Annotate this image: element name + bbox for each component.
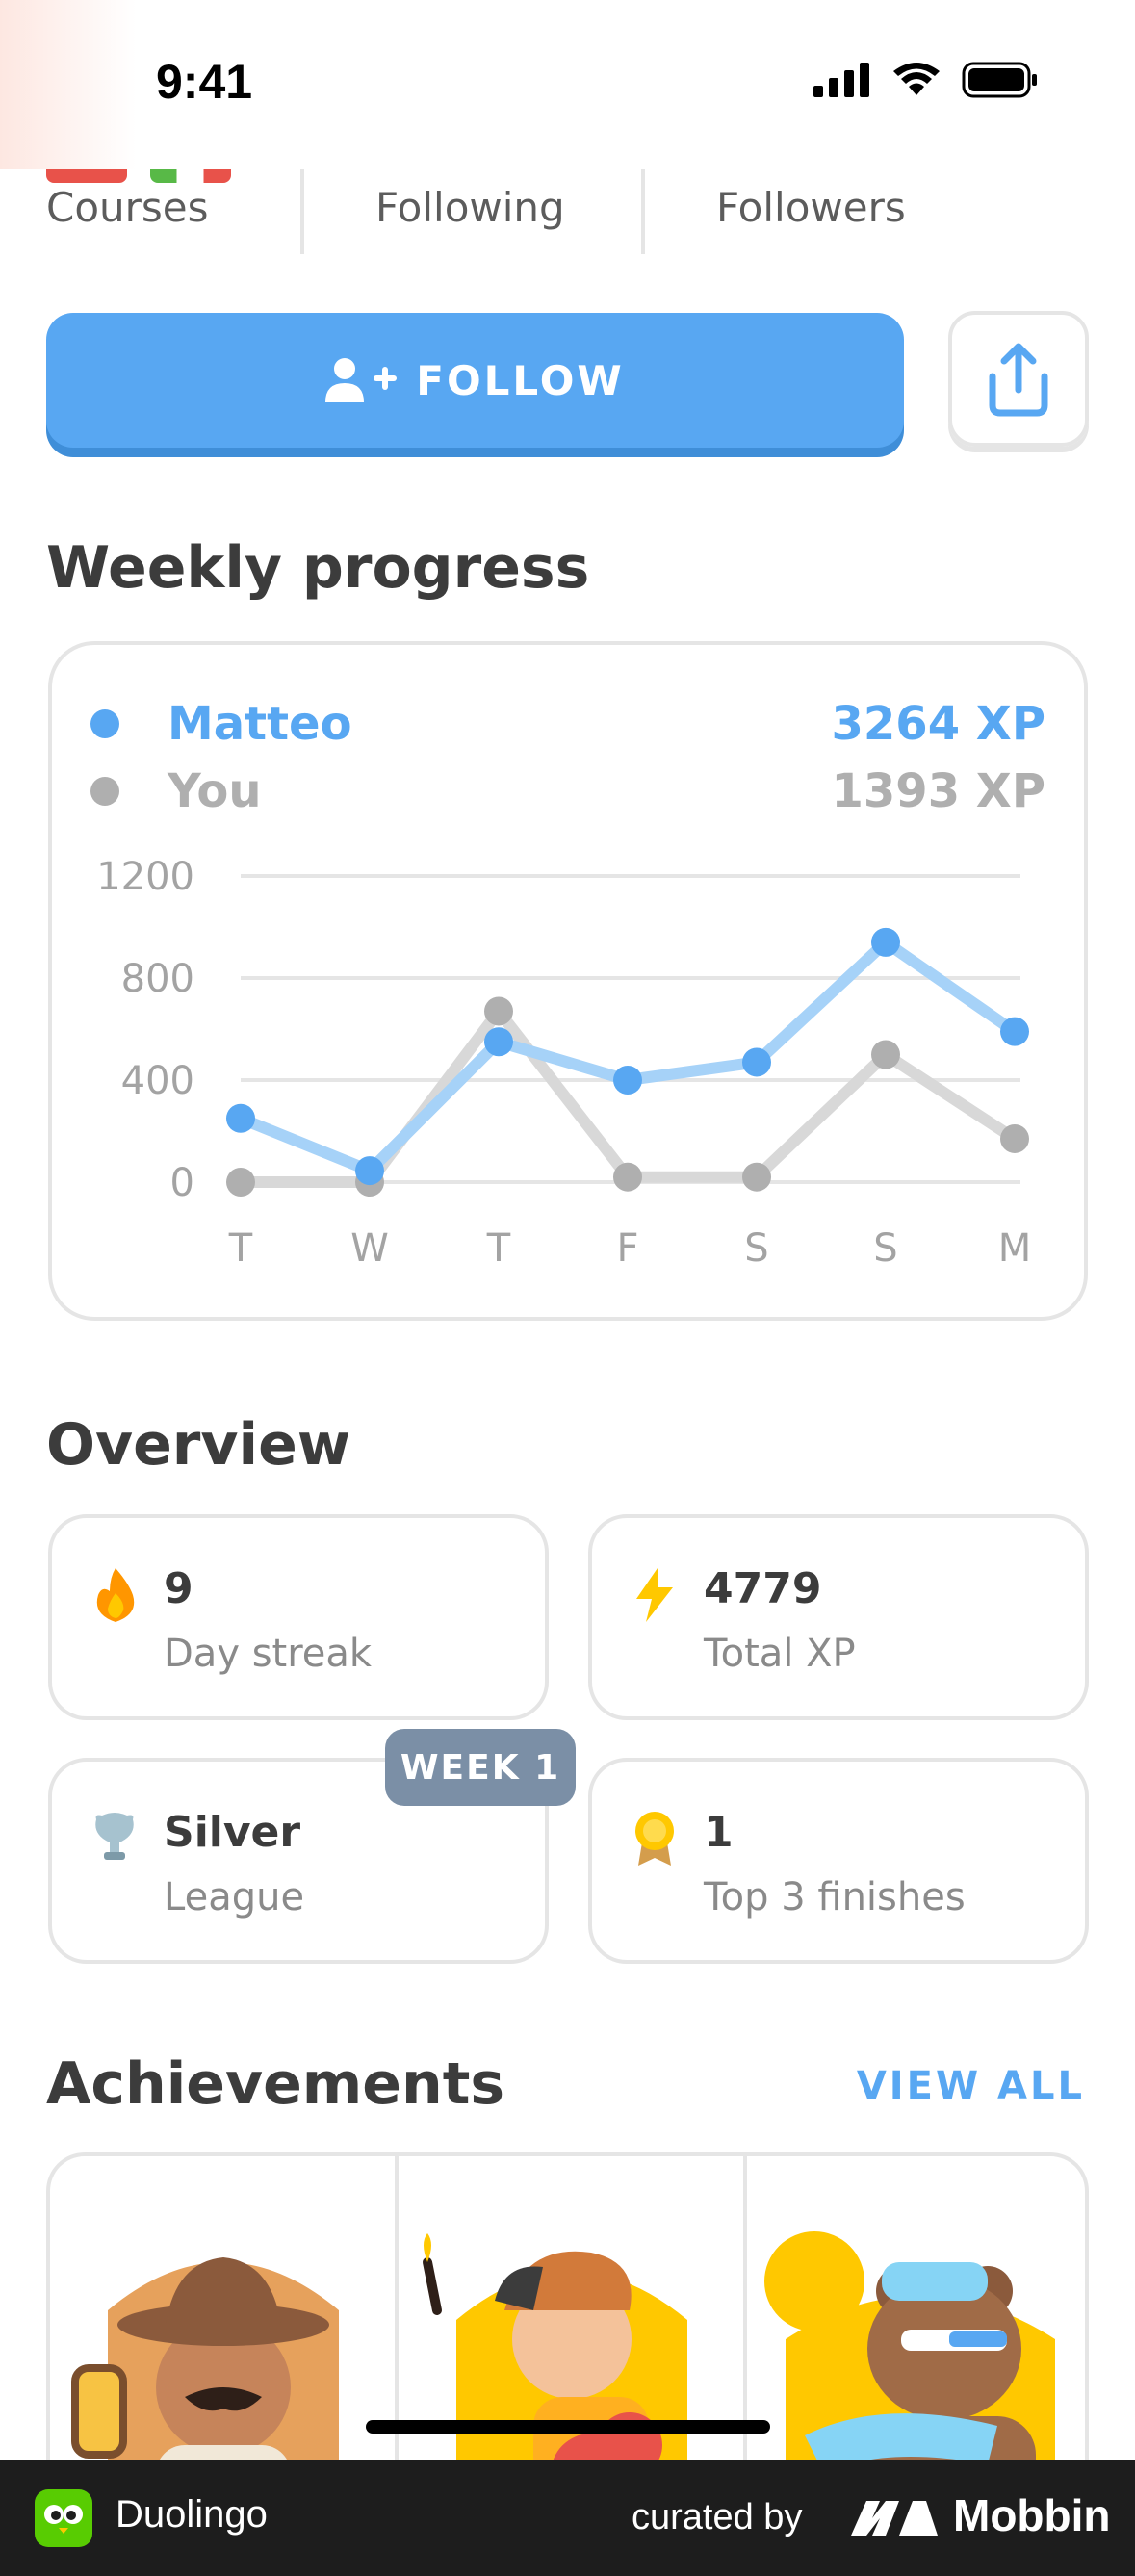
stat-courses[interactable]: Courses (0, 169, 300, 254)
chart-point-you (484, 996, 513, 1026)
chart-x-tick-label: T (486, 1226, 511, 1271)
chart-point-you (1000, 1123, 1029, 1153)
status-icons (813, 62, 1039, 98)
chart-x-tick-label: S (873, 1226, 897, 1271)
view-all-link[interactable]: VIEW ALL (857, 2064, 1085, 2108)
top3-card: 1 Top 3 finishes (588, 1758, 1089, 1964)
stat-courses-label: Courses (46, 184, 209, 231)
share-icon (989, 343, 1048, 416)
week-badge: WEEK 1 (385, 1729, 576, 1806)
achievements-title: Achievements (46, 2050, 505, 2118)
chart-point-matteo (484, 1027, 513, 1057)
chart-series-line-you (235, 1005, 1020, 1188)
footer-brand: Mobbin (953, 2490, 1111, 2540)
streak-card: 9 Day streak (48, 1514, 549, 1720)
cellular-signal-icon (813, 63, 869, 97)
total-xp-label: Total XP (704, 1632, 856, 1676)
chart-point-you (613, 1162, 642, 1192)
chart-x-tick-label: S (744, 1226, 768, 1271)
chart-y-tick-label: 1200 (96, 855, 194, 899)
weekly-progress-title: Weekly progress (46, 534, 590, 602)
chart-point-you (226, 1168, 255, 1197)
chart-x-tick-label: W (350, 1226, 389, 1271)
top3-value: 1 (704, 1808, 734, 1857)
follow-button[interactable]: FOLLOW (46, 313, 904, 448)
chart-x-tick-label: M (998, 1226, 1032, 1271)
streak-label: Day streak (164, 1632, 373, 1676)
overview-title: Overview (46, 1411, 351, 1479)
chart-point-matteo (742, 1047, 771, 1077)
chart-point-matteo (1000, 1017, 1029, 1046)
total-xp-value: 4779 (704, 1564, 822, 1613)
chart-point-matteo (871, 927, 900, 957)
duolingo-logo-icon (35, 2489, 92, 2547)
stat-following[interactable]: Following (304, 169, 641, 254)
wifi-icon (893, 63, 940, 95)
footer-app-name: Duolingo (116, 2493, 268, 2536)
stat-followers-label: Followers (716, 184, 906, 231)
weekly-progress-chart: 12008004000T W T F S S M (96, 855, 1032, 1271)
stat-following-label: Following (375, 184, 565, 231)
add-user-icon (325, 358, 398, 402)
status-time: 9:41 (156, 55, 253, 109)
streak-value: 9 (164, 1564, 193, 1613)
stat-followers[interactable]: Followers (645, 169, 1030, 254)
league-value: Silver (164, 1808, 301, 1857)
status-bar: 9:41 (0, 0, 1135, 169)
chart-point-matteo (226, 1103, 255, 1133)
footer-bar: Duolingo curated by Mobbin (0, 2460, 1135, 2576)
chart-point-matteo (355, 1156, 384, 1186)
profile-stats-row: Courses Following Followers (0, 169, 1135, 254)
chart-y-tick-label: 0 (170, 1161, 194, 1205)
top3-label: Top 3 finishes (704, 1875, 966, 1919)
chart-x-tick-label: T (228, 1226, 253, 1271)
battery-icon (962, 62, 1037, 98)
footer-curated-by: curated by (632, 2497, 803, 2537)
follow-button-label: FOLLOW (416, 356, 625, 404)
total-xp-card: 4779 Total XP (588, 1514, 1089, 1720)
chart-point-matteo (613, 1066, 642, 1095)
league-label: League (164, 1875, 305, 1919)
chart-point-you (871, 1040, 900, 1069)
medal-icon (635, 1812, 674, 1866)
chart-y-tick-label: 400 (121, 1059, 194, 1103)
mobbin-logo-icon (851, 2501, 938, 2536)
chart-point-you (742, 1162, 771, 1192)
chart-x-tick-label: F (616, 1226, 638, 1271)
chart-y-tick-label: 800 (121, 957, 194, 1001)
weekly-progress-card: Matteo 3264 XP You 1393 XP 1200 800 400 0 T W… (48, 641, 1088, 1321)
silver-trophy-icon (95, 1813, 134, 1860)
fire-icon (96, 1568, 135, 1622)
lightning-icon (636, 1568, 673, 1622)
share-button[interactable] (948, 311, 1089, 447)
home-indicator (366, 2420, 770, 2434)
